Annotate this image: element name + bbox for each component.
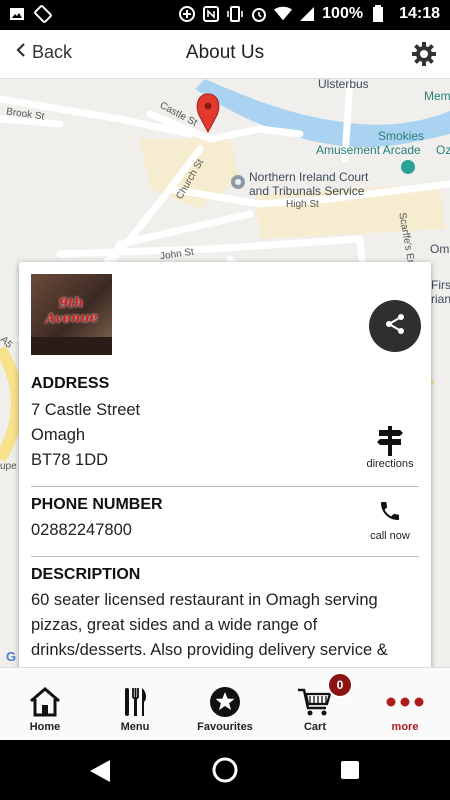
square-recents-icon — [341, 761, 359, 779]
thumbnail-floor — [31, 337, 112, 355]
system-navigation-bar — [0, 740, 450, 800]
map-label-oz: Oz — [436, 143, 450, 157]
directions-label: directions — [366, 458, 414, 470]
settings-gear-icon[interactable] — [410, 40, 438, 68]
battery-percent: 100% — [322, 5, 364, 22]
description-line1: 60 seater licensed restaurant in Omagh s… — [31, 591, 378, 609]
bottom-tab-bar: Home Menu Favourites Cart 0 more — [0, 667, 450, 740]
wifi-icon — [274, 5, 293, 23]
tab-cart-label: Cart — [303, 721, 326, 733]
map-label-oma: Oma — [430, 242, 450, 256]
map-label-smokies: Smokies — [378, 129, 425, 143]
address-line2: Omagh — [31, 426, 86, 444]
map-label-rian: rian — [431, 292, 450, 306]
phone-icon — [361, 498, 419, 530]
image-notification-icon — [8, 5, 26, 23]
signal-icon — [298, 5, 316, 23]
tab-more[interactable]: more — [360, 668, 450, 740]
rotate-icon — [34, 5, 52, 23]
triangle-back-icon — [90, 760, 110, 782]
address-heading: ADDRESS — [31, 375, 110, 392]
tab-more-label: more — [391, 721, 419, 733]
alarm-icon — [250, 5, 268, 23]
call-now-label: call now — [370, 530, 410, 542]
tab-menu[interactable]: Menu — [90, 668, 180, 740]
description-line2: pizzas, great sides and a wide range of — [31, 616, 318, 634]
directions-button[interactable]: directions — [361, 424, 419, 470]
divider — [31, 486, 419, 487]
system-home-button[interactable] — [211, 756, 239, 784]
status-bar: 100% 14:18 — [0, 0, 450, 30]
tab-favourites[interactable]: Favourites — [180, 668, 270, 740]
call-now-button[interactable]: call now — [361, 498, 419, 542]
tab-home[interactable]: Home — [0, 668, 90, 740]
cart-count-badge: 0 — [327, 672, 353, 698]
system-back-button[interactable] — [88, 758, 114, 784]
share-button[interactable] — [369, 300, 421, 352]
restaurant-info-card: 9th Avenue ADDRESS 7 Castle Street Omagh… — [19, 262, 431, 672]
home-icon — [28, 686, 62, 718]
phone-number[interactable]: 02882247800 — [31, 518, 132, 543]
divider — [31, 556, 419, 557]
clock: 14:18 — [399, 5, 440, 22]
description-heading: DESCRIPTION — [31, 566, 141, 583]
address-line3: BT78 1DD — [31, 451, 109, 469]
tab-cart[interactable]: Cart 0 — [270, 668, 360, 740]
map-label-upe: upe — [0, 461, 17, 472]
data-saver-icon — [178, 5, 196, 23]
address-line1: 7 Castle Street — [31, 401, 141, 419]
phone-heading: PHONE NUMBER — [31, 496, 163, 513]
description-line3: drinks/desserts. Also providing delivery… — [31, 641, 388, 659]
google-logo: G — [6, 649, 17, 664]
tab-favourites-label: Favourites — [197, 721, 253, 733]
cutlery-icon — [120, 686, 150, 718]
map-label-court-line1: Northern Ireland Court — [249, 170, 369, 184]
map-label-first: First — [431, 278, 450, 292]
restaurant-thumbnail: 9th Avenue — [31, 274, 112, 355]
tab-menu-label: Menu — [120, 721, 150, 733]
restaurant-logo-text: 9th Avenue — [45, 295, 99, 327]
map-label-court-line2: and Tribunals Service — [249, 184, 365, 198]
star-icon — [209, 686, 241, 718]
more-dots-icon — [385, 686, 425, 718]
top-navigation-bar: Back About Us — [0, 30, 450, 79]
battery-icon — [369, 5, 387, 23]
map-label-mem: Mem — [424, 89, 450, 103]
nfc-icon — [202, 5, 220, 23]
map-label-high-st: High St — [286, 199, 319, 210]
circle-home-icon — [212, 757, 238, 783]
share-icon — [383, 312, 407, 341]
system-recents-button[interactable] — [340, 760, 360, 780]
map-label-ulsterbus: Ulsterbus — [318, 79, 369, 91]
signpost-icon — [361, 424, 419, 458]
vibrate-icon — [226, 5, 244, 23]
tab-home-label: Home — [29, 721, 61, 733]
map-label-amusement-arcade: Amusement Arcade — [316, 143, 421, 157]
page-title: About Us — [185, 42, 265, 63]
